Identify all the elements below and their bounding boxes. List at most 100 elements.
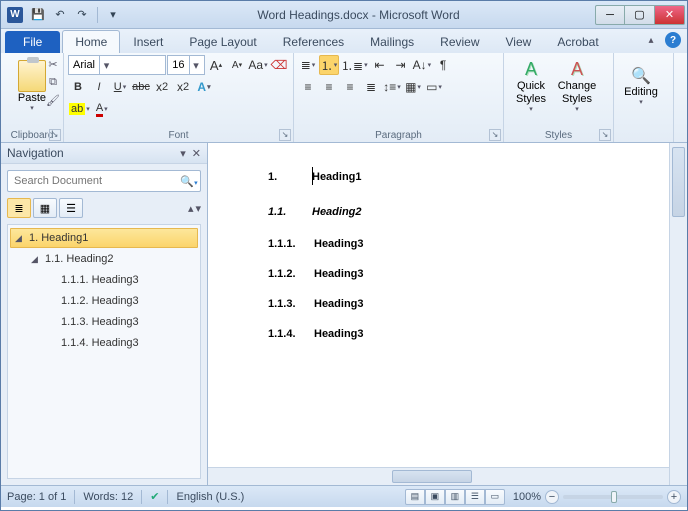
justify-icon[interactable]: ≣ bbox=[361, 77, 381, 97]
tab-home[interactable]: Home bbox=[62, 30, 120, 53]
qat-customize-icon[interactable]: ▾ bbox=[104, 6, 122, 24]
tab-view[interactable]: View bbox=[493, 30, 545, 53]
change-styles-button[interactable]: A Change Styles ▾ bbox=[554, 55, 600, 117]
align-center-icon[interactable]: ≡ bbox=[319, 77, 339, 97]
bullets-icon[interactable]: ≣ bbox=[298, 55, 318, 75]
multilevel-list-icon[interactable]: ⒈≣ bbox=[340, 55, 369, 75]
cut-icon[interactable]: ✂ bbox=[45, 56, 61, 72]
tab-acrobat[interactable]: Acrobat bbox=[544, 30, 611, 53]
nav-tab-pages-icon[interactable]: ▦ bbox=[33, 198, 57, 218]
collapse-icon[interactable]: ◢ bbox=[31, 254, 38, 265]
font-name-dropdown-icon[interactable]: ▾ bbox=[99, 55, 113, 75]
font-dialog-launcher[interactable]: ↘ bbox=[279, 129, 291, 141]
undo-icon[interactable]: ↶ bbox=[51, 6, 69, 24]
heading-level-3[interactable]: 1.1.1.Heading3 bbox=[268, 234, 669, 250]
align-left-icon[interactable]: ≡ bbox=[298, 77, 318, 97]
heading-level-3[interactable]: 1.1.3.Heading3 bbox=[268, 294, 669, 310]
nav-pane-close-icon[interactable]: ✕ bbox=[192, 147, 201, 160]
line-spacing-icon[interactable]: ↕≡ bbox=[382, 77, 402, 97]
nav-tree-item[interactable]: ◢1. Heading1 bbox=[10, 228, 198, 248]
subscript-button[interactable]: x2 bbox=[152, 77, 172, 97]
paragraph-dialog-launcher[interactable]: ↘ bbox=[489, 129, 501, 141]
horizontal-scrollbar[interactable] bbox=[208, 467, 669, 485]
copy-icon[interactable]: ⧉ bbox=[45, 74, 61, 90]
nav-search-box[interactable]: 🔍▾ bbox=[7, 170, 201, 192]
vscroll-thumb[interactable] bbox=[672, 147, 685, 217]
font-size-combo[interactable]: 16▾ bbox=[167, 55, 205, 75]
clear-formatting-icon[interactable]: ⌫ bbox=[269, 55, 289, 75]
view-print-layout-icon[interactable]: ▤ bbox=[405, 489, 425, 505]
heading-level-1[interactable]: 1.Heading1 bbox=[268, 163, 669, 186]
increase-indent-icon[interactable]: ⇥ bbox=[391, 55, 411, 75]
grow-font-icon[interactable]: A▴ bbox=[206, 55, 226, 75]
nav-tree-item[interactable]: 1.1.4. Heading3 bbox=[42, 333, 198, 353]
heading-level-3[interactable]: 1.1.2.Heading3 bbox=[268, 264, 669, 280]
text-effects-icon[interactable]: A bbox=[194, 77, 214, 97]
view-web-layout-icon[interactable]: ▥ bbox=[445, 489, 465, 505]
styles-dialog-launcher[interactable]: ↘ bbox=[599, 129, 611, 141]
shrink-font-icon[interactable]: A▾ bbox=[227, 55, 247, 75]
editing-button[interactable]: 🔍 Editing ▾ bbox=[618, 55, 664, 117]
change-case-icon[interactable]: Aa bbox=[248, 55, 268, 75]
heading-level-2[interactable]: 1.1.Heading2 bbox=[268, 200, 669, 220]
italic-button[interactable]: I bbox=[89, 77, 109, 97]
highlight-color-icon[interactable]: ab bbox=[68, 99, 91, 119]
document-body[interactable]: 1.Heading1 1.1.Heading2 1.1.1.Heading3 1.1.… bbox=[268, 163, 669, 340]
view-outline-icon[interactable]: ☰ bbox=[465, 489, 485, 505]
nav-tree[interactable]: ◢1. Heading1◢1.1. Heading21.1.1. Heading… bbox=[7, 224, 201, 479]
show-marks-icon[interactable]: ¶ bbox=[433, 55, 453, 75]
help-icon[interactable]: ? bbox=[665, 32, 681, 48]
tab-mailings[interactable]: Mailings bbox=[357, 30, 427, 53]
zoom-slider[interactable] bbox=[563, 495, 663, 499]
zoom-in-button[interactable]: + bbox=[667, 490, 681, 504]
quick-styles-button[interactable]: A Quick Styles ▾ bbox=[508, 55, 554, 117]
nav-next-icon[interactable]: ▾ bbox=[195, 202, 201, 215]
zoom-slider-knob[interactable] bbox=[611, 491, 617, 503]
proofing-icon[interactable]: ✔ bbox=[150, 490, 159, 503]
sort-icon[interactable]: A↓ bbox=[412, 55, 433, 75]
document-scroll[interactable]: 1.Heading1 1.1.Heading2 1.1.1.Heading3 1.1.… bbox=[208, 143, 669, 485]
strikethrough-button[interactable]: abc bbox=[131, 77, 151, 97]
search-icon[interactable]: 🔍▾ bbox=[178, 175, 200, 188]
zoom-out-button[interactable]: − bbox=[545, 490, 559, 504]
nav-tree-item[interactable]: 1.1.3. Heading3 bbox=[42, 312, 198, 332]
font-color-icon[interactable]: A bbox=[92, 99, 112, 119]
close-button[interactable]: ✕ bbox=[655, 5, 685, 25]
tab-review[interactable]: Review bbox=[427, 30, 492, 53]
tab-references[interactable]: References bbox=[270, 30, 357, 53]
collapse-icon[interactable]: ◢ bbox=[15, 233, 22, 244]
nav-pane-menu-icon[interactable]: ▾ bbox=[180, 147, 186, 160]
numbering-icon[interactable]: ⒈ bbox=[319, 55, 339, 75]
ribbon-minimize-icon[interactable]: ▴ bbox=[643, 32, 659, 48]
bold-button[interactable]: B bbox=[68, 77, 88, 97]
nav-tree-item[interactable]: 1.1.2. Heading3 bbox=[42, 291, 198, 311]
nav-tree-item[interactable]: 1.1.1. Heading3 bbox=[42, 270, 198, 290]
maximize-button[interactable]: ▢ bbox=[625, 5, 655, 25]
view-draft-icon[interactable]: ▭ bbox=[485, 489, 505, 505]
underline-button[interactable]: U bbox=[110, 77, 130, 97]
tab-page-layout[interactable]: Page Layout bbox=[176, 30, 269, 53]
nav-tab-headings-icon[interactable]: ≣ bbox=[7, 198, 31, 218]
file-tab[interactable]: File bbox=[5, 31, 60, 53]
zoom-value[interactable]: 100% bbox=[513, 491, 541, 503]
format-painter-icon[interactable]: 🖌 bbox=[45, 92, 61, 108]
vertical-scrollbar[interactable] bbox=[669, 143, 687, 485]
view-full-screen-icon[interactable]: ▣ bbox=[425, 489, 445, 505]
borders-icon[interactable]: ▭ bbox=[424, 77, 444, 97]
status-words[interactable]: Words: 12 bbox=[83, 491, 133, 503]
shading-icon[interactable]: ▦ bbox=[403, 77, 423, 97]
redo-icon[interactable]: ↷ bbox=[73, 6, 91, 24]
save-icon[interactable]: 💾 bbox=[29, 6, 47, 24]
hscroll-thumb[interactable] bbox=[392, 470, 472, 483]
font-size-dropdown-icon[interactable]: ▾ bbox=[189, 55, 203, 75]
align-right-icon[interactable]: ≡ bbox=[340, 77, 360, 97]
status-language[interactable]: English (U.S.) bbox=[176, 491, 244, 503]
nav-search-input[interactable] bbox=[8, 175, 178, 187]
tab-insert[interactable]: Insert bbox=[120, 30, 176, 53]
status-page[interactable]: Page: 1 of 1 bbox=[7, 491, 66, 503]
clipboard-dialog-launcher[interactable]: ↘ bbox=[49, 129, 61, 141]
heading-level-3[interactable]: 1.1.4.Heading3 bbox=[268, 324, 669, 340]
nav-tab-results-icon[interactable]: ☰ bbox=[59, 198, 83, 218]
superscript-button[interactable]: x2 bbox=[173, 77, 193, 97]
minimize-button[interactable]: ─ bbox=[595, 5, 625, 25]
